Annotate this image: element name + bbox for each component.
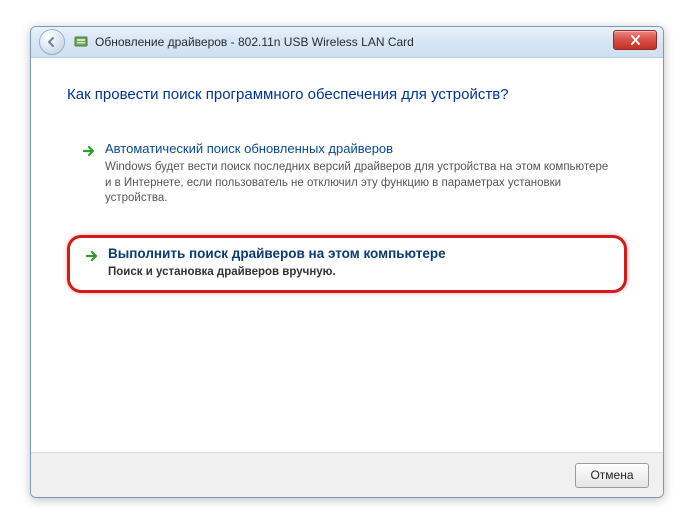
option-title: Выполнить поиск драйверов на этом компью…	[108, 246, 446, 261]
close-button[interactable]	[613, 30, 657, 50]
driver-update-wizard-window: Обновление драйверов - 802.11n USB Wirel…	[30, 26, 664, 498]
option-text-group: Выполнить поиск драйверов на этом компью…	[108, 246, 446, 281]
device-icon	[73, 34, 89, 50]
wizard-content: Как провести поиск программного обеспече…	[31, 58, 663, 452]
cancel-button[interactable]: Отмена	[575, 463, 649, 488]
back-arrow-icon	[46, 36, 58, 48]
window-title: Обновление драйверов - 802.11n USB Wirel…	[95, 35, 414, 49]
titlebar: Обновление драйверов - 802.11n USB Wirel…	[31, 27, 663, 58]
cancel-button-label: Отмена	[590, 468, 633, 482]
option-description: Windows будет вести поиск последних верс…	[105, 160, 613, 207]
arrow-icon	[81, 143, 97, 159]
option-title: Автоматический поиск обновленных драйвер…	[105, 141, 613, 156]
arrow-icon	[84, 248, 100, 264]
wizard-footer: Отмена	[31, 452, 663, 497]
page-heading: Как провести поиск программного обеспече…	[67, 86, 627, 103]
option-browse-computer[interactable]: Выполнить поиск драйверов на этом компью…	[67, 235, 627, 294]
option-text-group: Автоматический поиск обновленных драйвер…	[105, 141, 613, 207]
back-button[interactable]	[39, 29, 65, 55]
option-auto-search[interactable]: Автоматический поиск обновленных драйвер…	[67, 131, 627, 219]
close-icon	[630, 35, 641, 45]
option-description: Поиск и установка драйверов вручную.	[108, 265, 446, 281]
